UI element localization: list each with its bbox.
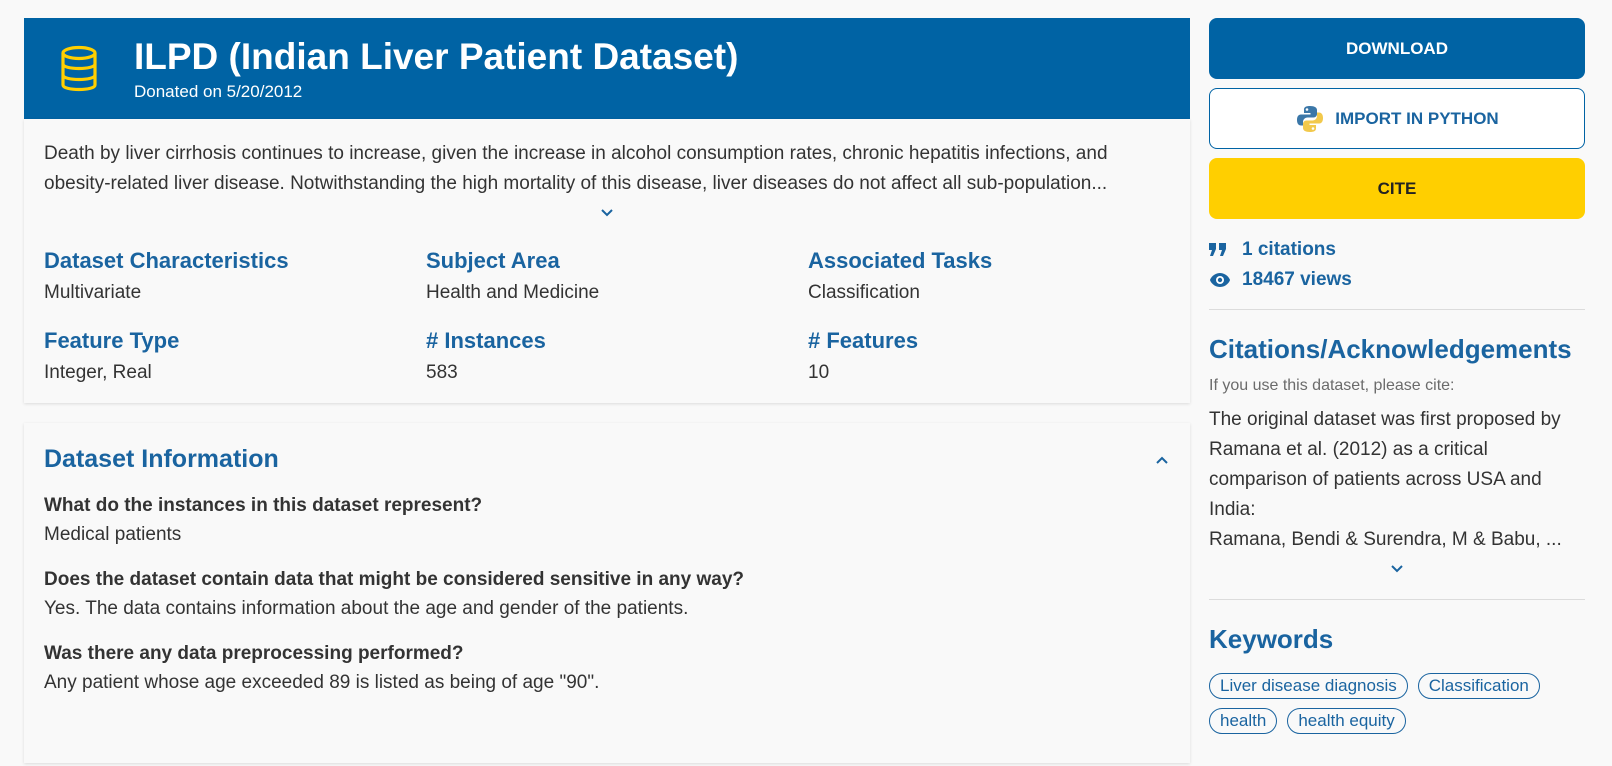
- import-python-button[interactable]: IMPORT IN PYTHON: [1209, 88, 1585, 149]
- characteristic-label: # Instances: [426, 328, 546, 353]
- characteristic-item: Associated Tasks Classification: [808, 247, 1190, 305]
- characteristic-label: Feature Type: [44, 328, 180, 353]
- dataset-information-header[interactable]: Dataset Information: [44, 445, 1170, 474]
- header-text: ILPD (Indian Liver Patient Dataset) Dona…: [134, 35, 738, 102]
- citation-line: Ramana, Bendi & Surendra, M & Babu, ...: [1209, 529, 1562, 550]
- views-label: 18467 views: [1242, 269, 1352, 290]
- dataset-information-title: Dataset Information: [44, 445, 279, 473]
- answer: Yes. The data contains information about…: [44, 598, 689, 619]
- characteristic-value: Classification: [808, 282, 920, 303]
- quote-icon: [1209, 243, 1242, 257]
- citation-line: Ramana et al. (2012) as a critical: [1209, 439, 1488, 460]
- characteristic-value: Integer, Real: [44, 362, 152, 383]
- main-column: ILPD (Indian Liver Patient Dataset) Dona…: [24, 18, 1190, 763]
- characteristic-label: Associated Tasks: [808, 248, 993, 273]
- citations-subtitle: If you use this dataset, please cite:: [1209, 377, 1455, 394]
- cite-button[interactable]: CITE: [1209, 158, 1585, 219]
- citation-line: comparison of patients across USA and: [1209, 469, 1542, 490]
- download-button[interactable]: DOWNLOAD: [1209, 18, 1585, 79]
- chevron-down-icon: [1391, 565, 1403, 573]
- characteristic-item: Feature Type Integer, Real: [44, 327, 426, 385]
- characteristic-value: Multivariate: [44, 282, 142, 303]
- keyword-tag[interactable]: Classification: [1417, 673, 1540, 699]
- citations-title: Citations/Acknowledgements: [1209, 334, 1572, 364]
- dataset-description: Death by liver cirrhosis continues to in…: [44, 139, 1170, 199]
- divider: [1209, 599, 1585, 600]
- python-icon: [1295, 104, 1325, 134]
- characteristic-label: # Features: [808, 328, 919, 353]
- dataset-information-card: Dataset Information What do the instance…: [24, 423, 1190, 763]
- answer: Medical patients: [44, 524, 182, 545]
- characteristic-item: # Features 10: [808, 327, 1190, 385]
- characteristic-label: Subject Area: [426, 248, 560, 273]
- chevron-up-icon[interactable]: [1154, 454, 1170, 466]
- qa-item: What do the instances in this dataset re…: [44, 494, 1170, 548]
- answer: Any patient whose age exceeded 89 is lis…: [44, 672, 600, 693]
- characteristics-grid: Dataset Characteristics Multivariate Sub…: [44, 247, 1170, 385]
- question: Was there any data preprocessing perform…: [44, 643, 464, 664]
- citation-text: The original dataset was first proposed …: [1209, 405, 1585, 555]
- dataset-header: ILPD (Indian Liver Patient Dataset) Dona…: [24, 18, 1190, 119]
- question: Does the dataset contain data that might…: [44, 569, 745, 590]
- qa-item: Was there any data preprocessing perform…: [44, 642, 1170, 696]
- keywords-list: Liver disease diagnosis Classification h…: [1209, 673, 1585, 734]
- stats: 1 citations 18467 views: [1209, 235, 1585, 295]
- page-title: ILPD (Indian Liver Patient Dataset): [134, 36, 739, 77]
- summary-card: Death by liver cirrhosis continues to in…: [24, 119, 1190, 403]
- chevron-down-icon: [601, 209, 613, 217]
- sidebar: DOWNLOAD IMPORT IN PYTHON CITE 1 citatio…: [1209, 18, 1585, 734]
- characteristic-item: Subject Area Health and Medicine: [426, 247, 808, 305]
- expand-citation-button[interactable]: [1209, 563, 1585, 585]
- divider: [1209, 309, 1585, 310]
- keyword-tag[interactable]: health: [1209, 708, 1278, 734]
- eye-icon: [1209, 272, 1242, 288]
- dataset-page: ILPD (Indian Liver Patient Dataset) Dona…: [0, 0, 1612, 766]
- citation-line: India:: [1209, 499, 1256, 520]
- characteristic-label: Dataset Characteristics: [44, 248, 289, 273]
- qa-item: Does the dataset contain data that might…: [44, 568, 1170, 622]
- characteristic-item: # Instances 583: [426, 327, 808, 385]
- keyword-tag[interactable]: Liver disease diagnosis: [1209, 673, 1408, 699]
- import-python-label: IMPORT IN PYTHON: [1335, 108, 1499, 128]
- keywords-title: Keywords: [1209, 624, 1334, 654]
- expand-description-button[interactable]: [44, 207, 1170, 227]
- characteristic-value: Health and Medicine: [426, 282, 600, 303]
- citations-label: 1 citations: [1242, 239, 1336, 260]
- database-icon: [24, 18, 134, 119]
- donated-date: Donated on 5/20/2012: [134, 82, 303, 101]
- citation-line: The original dataset was first proposed …: [1209, 409, 1561, 430]
- characteristic-value: 583: [426, 362, 458, 383]
- characteristic-value: 10: [808, 362, 830, 383]
- description-line: obesity-related liver disease. Notwithst…: [44, 173, 1108, 194]
- keyword-tag[interactable]: health equity: [1287, 708, 1406, 734]
- description-line: Death by liver cirrhosis continues to in…: [44, 143, 1108, 164]
- characteristic-item: Dataset Characteristics Multivariate: [44, 247, 426, 305]
- views-count: 18467 views: [1209, 265, 1585, 295]
- question: What do the instances in this dataset re…: [44, 495, 483, 516]
- citations-count[interactable]: 1 citations: [1209, 235, 1585, 265]
